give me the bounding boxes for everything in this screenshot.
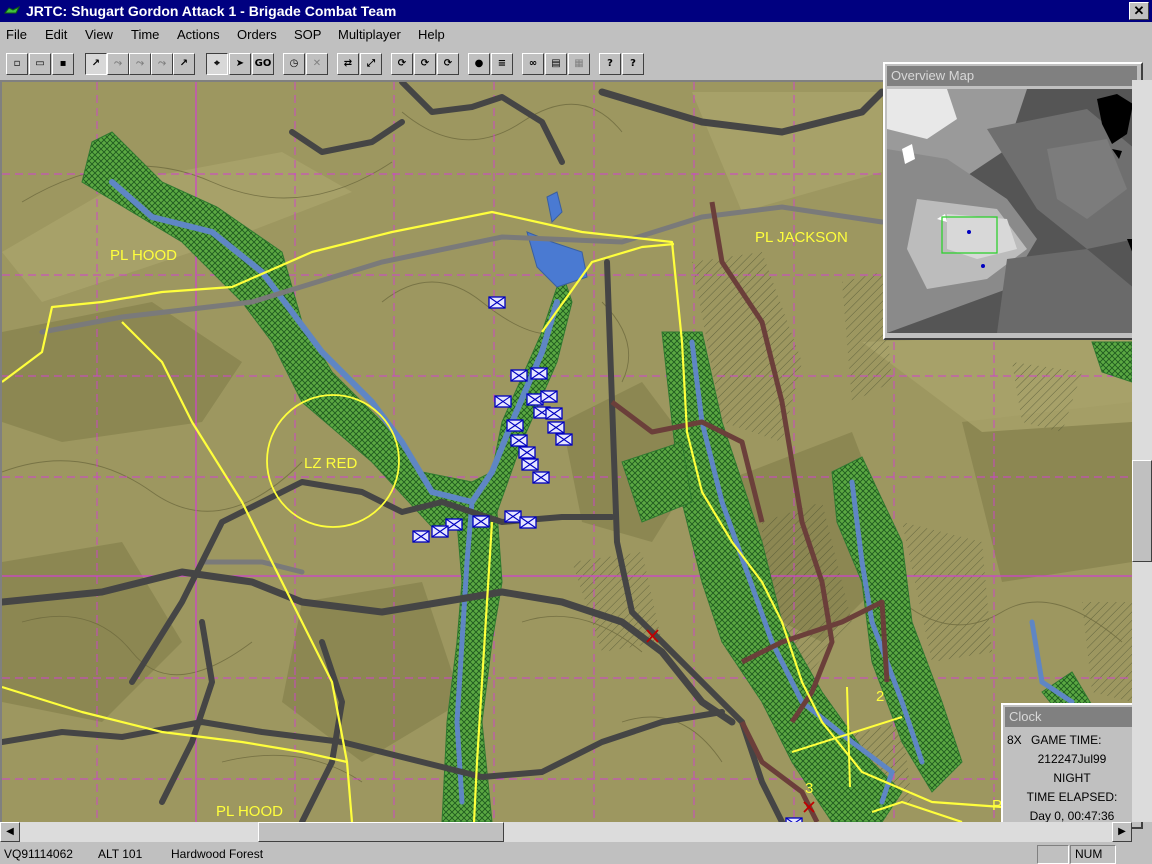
grid-overlay-icon[interactable]: ▦ [568, 53, 590, 75]
menu-edit[interactable]: Edit [45, 27, 67, 42]
game-time-label: GAME TIME: [1031, 733, 1102, 747]
friendly-unit[interactable] [545, 407, 563, 420]
phase-line-label: PL JACKSON [755, 229, 848, 246]
time-elapsed-value: Day 0, 00:47:36 [1029, 809, 1115, 823]
formation-1-icon[interactable]: ⟳ [391, 53, 413, 75]
title-bar[interactable]: JRTC: Shugart Gordon Attack 1 - Brigade … [0, 0, 1152, 22]
menu-multiplayer[interactable]: Multiplayer [338, 27, 401, 42]
pause-cancel-icon[interactable]: ✕ [306, 53, 328, 75]
new-file-icon[interactable]: ▫ [6, 53, 28, 75]
map-zoom-icon[interactable]: ⌖ [206, 53, 228, 75]
friendly-unit[interactable] [530, 367, 548, 380]
scroll-right-icon[interactable]: ▶ [1112, 822, 1132, 842]
split-units-icon[interactable]: ⤢ [360, 53, 382, 75]
time-elapsed-label: TIME ELAPSED: [1026, 790, 1118, 804]
clock-window[interactable]: Clock 8X GAME TIME: 212247Jul99 NIGHT TI… [1001, 703, 1143, 829]
attack-unit-icon[interactable]: ⤳ [129, 53, 151, 75]
friendly-unit[interactable] [488, 296, 506, 309]
timer-clock-icon[interactable]: ◷ [283, 53, 305, 75]
friendly-unit[interactable] [472, 515, 490, 528]
go-button[interactable]: GO [252, 53, 274, 75]
formation-2-icon[interactable]: ⟳ [414, 53, 436, 75]
defend-unit-icon[interactable]: ⤳ [151, 53, 173, 75]
grid-coordinate: VQ91114062 [4, 847, 73, 861]
horizontal-scrollbar[interactable]: ◀ ▶ [0, 822, 1132, 842]
help-button[interactable]: ? [599, 53, 621, 75]
binoculars-icon[interactable]: ∞ [522, 53, 544, 75]
ammo-supply-icon[interactable]: ≡ [491, 53, 513, 75]
trp-label: 2 [876, 688, 884, 705]
friendly-unit[interactable] [431, 525, 449, 538]
friendly-unit[interactable] [540, 390, 558, 403]
menu-view[interactable]: View [85, 27, 113, 42]
vertical-scrollbar[interactable] [1132, 80, 1152, 822]
select-pointer-icon[interactable]: ↗ [85, 53, 107, 75]
jrtc-app-icon [4, 5, 20, 14]
friendly-unit[interactable] [519, 516, 537, 529]
vertical-scroll-thumb[interactable] [1132, 460, 1152, 562]
overview-title[interactable]: Overview Map [887, 66, 1137, 86]
friendly-unit[interactable] [412, 530, 430, 543]
open-folder-icon[interactable]: ▭ [29, 53, 51, 75]
context-help-button[interactable]: ? [622, 53, 644, 75]
menu-actions[interactable]: Actions [177, 27, 220, 42]
save-disk-icon[interactable]: ▪ [52, 53, 74, 75]
clock-title[interactable]: Clock [1005, 707, 1137, 727]
menu-file[interactable]: File [6, 27, 27, 42]
friendly-unit[interactable] [521, 458, 539, 471]
close-button[interactable]: ✕ [1129, 2, 1149, 20]
overview-minimap[interactable] [887, 89, 1135, 333]
friendly-unit[interactable] [547, 421, 565, 434]
scroll-left-icon[interactable]: ◀ [0, 822, 20, 842]
terrain-type: Hardwood Forest [171, 847, 264, 861]
friendly-unit[interactable] [510, 369, 528, 382]
friendly-unit[interactable] [504, 510, 522, 523]
window-title: JRTC: Shugart Gordon Attack 1 - Brigade … [26, 3, 397, 19]
formation-3-icon[interactable]: ⟳ [437, 53, 459, 75]
horizontal-scroll-thumb[interactable] [258, 822, 504, 842]
phase-line-label: PL HOOD [216, 803, 283, 820]
move-unit-icon[interactable]: ⤳ [107, 53, 129, 75]
menu-help[interactable]: Help [418, 27, 445, 42]
menu-bar: File Edit View Time Actions Orders SOP M… [0, 24, 1152, 46]
status-panel-empty [1037, 845, 1069, 864]
stop-record-icon[interactable]: ● [468, 53, 490, 75]
route-tool-icon[interactable]: ↗ [173, 53, 195, 75]
num-lock-indicator: NUM [1075, 847, 1103, 861]
friendly-unit[interactable] [494, 395, 512, 408]
cursor-arrow-icon[interactable]: ➤ [229, 53, 251, 75]
friendly-unit[interactable] [532, 471, 550, 484]
game-time-value: 212247Jul99 [1037, 752, 1107, 766]
menu-time[interactable]: Time [131, 27, 159, 42]
friendly-unit[interactable] [506, 419, 524, 432]
time-speed: 8X [1007, 733, 1022, 747]
overview-map-window[interactable]: Overview Map [883, 62, 1143, 340]
altitude-readout: ALT 101 [98, 847, 143, 861]
landing-zone-label: LZ RED [304, 455, 358, 472]
status-bar: VQ91114062 ALT 101 Hardwood Forest NUM [0, 844, 1152, 864]
light-condition: NIGHT [1053, 771, 1091, 785]
menu-sop[interactable]: SOP [294, 27, 321, 42]
report-doc-icon[interactable]: ▤ [545, 53, 567, 75]
friendly-unit[interactable] [518, 446, 536, 459]
friendly-unit[interactable] [555, 433, 573, 446]
phase-line-label: PL HOOD [110, 247, 177, 264]
link-units-icon[interactable]: ⇄ [337, 53, 359, 75]
menu-orders[interactable]: Orders [237, 27, 277, 42]
friendly-unit[interactable] [510, 434, 528, 447]
trp-label: 3 [805, 780, 813, 797]
